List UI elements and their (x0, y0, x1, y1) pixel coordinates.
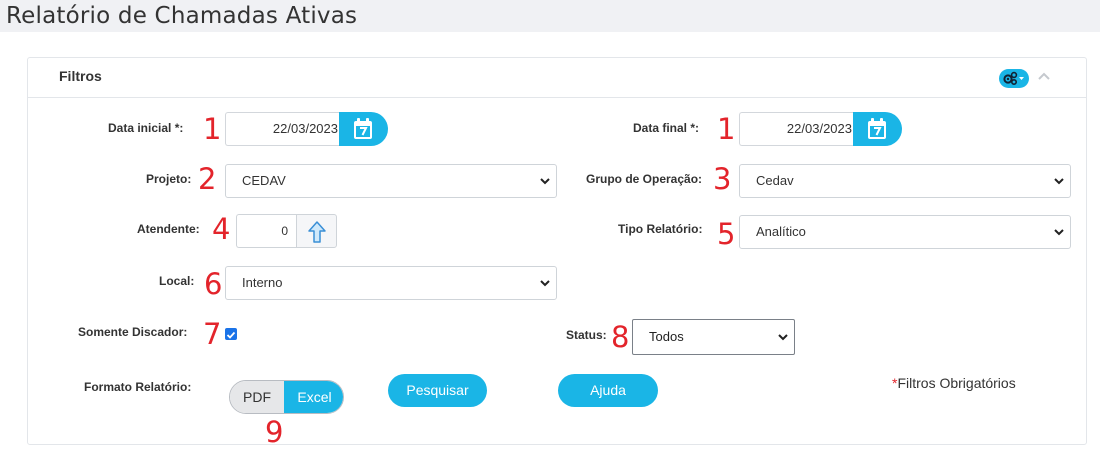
chevron-up-icon[interactable] (1036, 68, 1052, 84)
data-final-calendar-button[interactable] (853, 112, 902, 146)
atendente-input[interactable]: 0 (236, 214, 296, 248)
formato-pdf-option[interactable]: PDF (230, 381, 284, 413)
pesquisar-button[interactable]: Pesquisar (388, 374, 487, 407)
tipo-relatorio-label: Tipo Relatório: (618, 222, 703, 236)
marker-6: 6 (204, 267, 223, 301)
tipo-relatorio-select[interactable]: Analítico (739, 215, 1071, 249)
somente-discador-checkbox[interactable] (225, 328, 237, 340)
calendar-icon (868, 118, 886, 139)
data-final-input[interactable]: 22/03/2023 (739, 112, 854, 146)
formato-excel-option[interactable]: Excel (284, 381, 343, 413)
data-final-label: Data final *: (633, 121, 700, 135)
chevron-down-icon (778, 334, 788, 341)
panel-title: Filtros (59, 68, 102, 84)
somente-discador-label: Somente Discador: (78, 325, 188, 339)
atendente-label: Atendente: (137, 222, 200, 236)
marker-1-right: 1 (717, 112, 736, 146)
projeto-select[interactable]: CEDAV (225, 164, 557, 198)
marker-1-left: 1 (203, 112, 222, 146)
local-label: Local: (159, 274, 195, 288)
arrow-up-icon (308, 221, 326, 243)
formato-relatorio-label: Formato Relatório: (84, 380, 192, 394)
panel-header: Filtros (28, 58, 1086, 98)
gears-icon[interactable] (999, 69, 1029, 88)
marker-9: 9 (265, 415, 284, 449)
data-final-field: 22/03/2023 (739, 112, 902, 146)
chevron-down-icon (1054, 178, 1064, 185)
page-title: Relatório de Chamadas Ativas (6, 3, 358, 29)
chevron-down-icon (540, 178, 550, 185)
status-label: Status: (566, 328, 607, 342)
required-note-text: Filtros Obrigatórios (897, 375, 1016, 391)
grupo-operacao-value: Cedav (756, 173, 794, 188)
data-inicial-calendar-button[interactable] (339, 112, 388, 146)
status-value: Todos (649, 329, 684, 344)
status-select[interactable]: Todos (632, 319, 795, 355)
atendente-up-button[interactable] (296, 214, 337, 248)
data-inicial-input[interactable]: 22/03/2023 (225, 112, 340, 146)
marker-2: 2 (198, 162, 217, 196)
chevron-down-icon (1054, 229, 1064, 236)
calendar-icon (354, 118, 372, 139)
marker-7: 7 (203, 317, 222, 351)
data-inicial-field: 22/03/2023 (225, 112, 388, 146)
ajuda-button[interactable]: Ajuda (558, 374, 658, 407)
formato-relatorio-toggle: PDF Excel (229, 380, 344, 414)
marker-4: 4 (212, 212, 231, 246)
title-bar: Relatório de Chamadas Ativas (0, 0, 1100, 32)
marker-3: 3 (713, 162, 732, 196)
grupo-operacao-select[interactable]: Cedav (739, 164, 1071, 198)
data-inicial-label: Data inicial *: (108, 121, 184, 135)
marker-8: 8 (611, 320, 630, 354)
required-note: *Filtros Obrigatórios (892, 375, 1016, 391)
marker-5: 5 (717, 217, 736, 251)
check-icon (226, 331, 236, 339)
projeto-label: Projeto: (146, 172, 192, 186)
local-value: Interno (242, 275, 283, 290)
local-select[interactable]: Interno (225, 266, 557, 300)
tipo-relatorio-value: Analítico (756, 224, 806, 239)
grupo-operacao-label: Grupo de Operação: (586, 172, 703, 186)
projeto-value: CEDAV (242, 173, 286, 188)
chevron-down-icon (540, 280, 550, 287)
